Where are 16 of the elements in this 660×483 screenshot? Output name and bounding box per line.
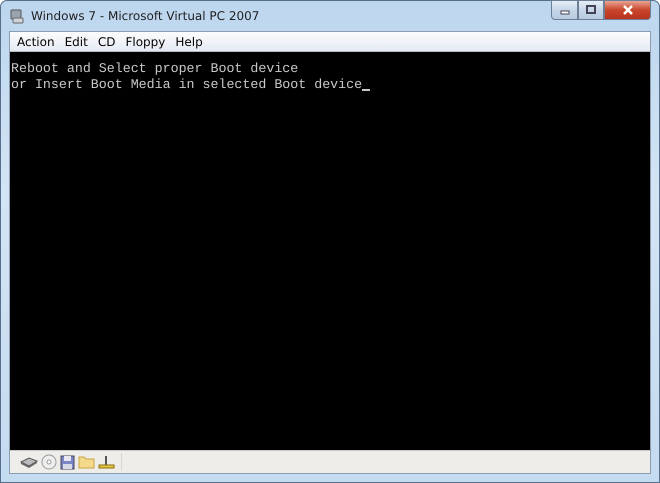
console-text: or Insert Boot Media in selected Boot device [11, 77, 362, 93]
menu-item[interactable]: CD [92, 34, 120, 48]
console-text: Reboot and Select proper Boot device [11, 61, 298, 77]
menu-item[interactable]: Floppy [120, 34, 170, 48]
minimize-button[interactable] [551, 0, 578, 20]
window-title: Windows 7 - Microsoft Virtual PC 2007 [31, 9, 260, 23]
menu-item[interactable]: Help [170, 34, 208, 48]
network-icon[interactable] [98, 454, 115, 470]
maximize-button[interactable] [578, 0, 604, 20]
close-icon [622, 5, 634, 15]
menu-item[interactable]: Action [12, 34, 60, 48]
computer-icon [9, 8, 25, 24]
menu-item[interactable]: Edit [60, 34, 93, 48]
maximize-icon [586, 5, 596, 15]
hard-drive-icon[interactable] [20, 455, 38, 469]
close-button[interactable] [604, 0, 651, 20]
